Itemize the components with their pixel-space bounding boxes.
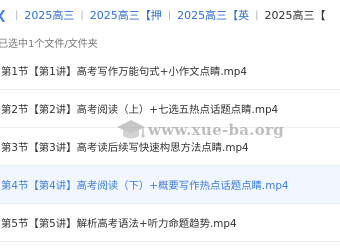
file-browser: ❮ | 2025高三 | 2025高三【押 | 2025高三【英 | 2025高… [0,0,340,252]
file-row-selected[interactable]: 第4节【第4讲】高考阅读（下）+概要写作热点话题点睛.mp4 [0,166,340,204]
selection-status: 已选中1个文件/文件夹 [0,39,98,50]
file-row[interactable]: 第3节【第3讲】高考读后续写快速构思方法点睛.mp4 [0,128,340,166]
breadcrumb-separator: | [80,9,84,21]
breadcrumb: ❮ | 2025高三 | 2025高三【押 | 2025高三【英 | 2025高… [0,0,340,30]
file-name[interactable]: 第3节【第3讲】高考读后续写快速构思方法点睛.mp4 [0,139,249,154]
chevron-left-icon[interactable]: ❮ [0,8,9,22]
file-name[interactable]: 第4节【第4讲】高考阅读（下）+概要写作热点话题点睛.mp4 [0,177,289,192]
breadcrumb-separator: | [167,9,172,21]
breadcrumb-item[interactable]: 2025高三【英 [177,7,249,23]
file-name[interactable]: 第1节【第1讲】高考写作万能句式+小作文点睛.mp4 [0,63,247,78]
file-row[interactable]: 第2节【第2讲】高考阅读（上）+七选五热点话题点睛.mp4 [0,90,340,128]
file-row[interactable]: 第1节【第1讲】高考写作万能句式+小作文点睛.mp4 [0,52,340,90]
file-name[interactable]: 第5节【第5讲】解析高考语法+听力命题趋势.mp4 [0,215,237,230]
file-name[interactable]: 第2节【第2讲】高考阅读（上）+七选五热点话题点睛.mp4 [0,101,278,116]
breadcrumb-separator: | [255,9,259,21]
breadcrumb-item[interactable]: 2025高三 [24,7,74,23]
file-list: 第1节【第1讲】高考写作万能句式+小作文点睛.mp4 第2节【第2讲】高考阅读（… [0,52,340,242]
file-row[interactable]: 第5节【第5讲】解析高考语法+听力命题趋势.mp4 [0,204,340,242]
breadcrumb-separator: | [15,9,19,21]
breadcrumb-current: 2025高三【 [264,9,326,22]
breadcrumb-item[interactable]: 2025高三【押 [90,7,162,23]
